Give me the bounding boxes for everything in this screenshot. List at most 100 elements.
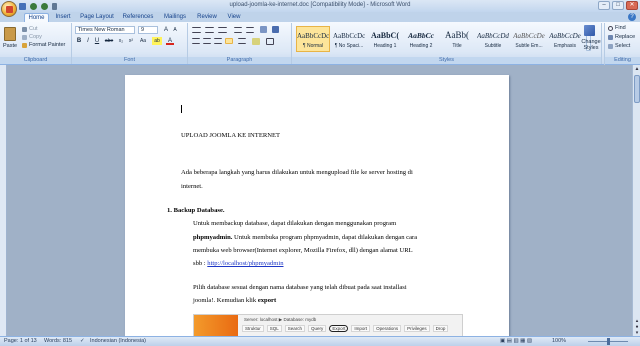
window-title: upload-joomla-ke-internet.doc [Compatibi… (229, 2, 411, 8)
zoom-level[interactable]: 100% (552, 337, 566, 346)
style-preview: AaBbCc (408, 31, 434, 40)
subscript-button[interactable]: x₂ (117, 37, 125, 45)
scroll-up-icon[interactable]: ▲ (634, 66, 640, 72)
maximize-button[interactable]: □ (612, 1, 624, 10)
strikethrough-button[interactable]: abe (103, 37, 115, 45)
increase-indent-icon[interactable] (246, 27, 254, 33)
font-size-combo[interactable]: 9 (138, 26, 158, 34)
style-subtitle[interactable]: AaBbCcDd Subtitle (476, 26, 510, 52)
bullets-icon[interactable] (192, 27, 201, 33)
doc-step1-line-2: phpmyadmin. Untuk membuka program phpmya… (193, 234, 417, 241)
align-center-icon[interactable] (203, 38, 211, 44)
vertical-ruler (0, 65, 7, 336)
tab-insert[interactable]: Insert (52, 13, 74, 22)
embedded-screenshot[interactable]: Server: localhost ▶ Database: mydb Struk… (193, 314, 463, 336)
superscript-button[interactable]: x² (127, 37, 135, 45)
replace-button[interactable]: Replace (615, 34, 635, 40)
format-painter-button[interactable]: Format Painter (29, 42, 65, 48)
style-no-spacing[interactable]: AaBbCcDc ¶ No Spaci... (332, 26, 366, 52)
style-normal[interactable]: AaBbCcDc ¶ Normal (296, 26, 330, 52)
status-bar: Page: 1 of 13 Words: 815 ✓ Indonesian (I… (0, 336, 640, 346)
copy-icon[interactable] (22, 35, 27, 40)
align-right-icon[interactable] (214, 38, 222, 44)
cut-button[interactable]: Cut (29, 26, 38, 32)
italic-button[interactable]: I (84, 37, 92, 45)
phpmyadmin-link[interactable]: http://localhost/phpmyadmin (207, 260, 283, 267)
document-workspace[interactable]: UPLOAD JOOMLA KE INTERNET Ada beberapa l… (0, 65, 640, 336)
format-painter-icon[interactable] (22, 43, 27, 48)
close-button[interactable]: ✕ (626, 1, 638, 10)
justify-icon[interactable] (225, 38, 233, 44)
change-styles-button[interactable]: Change Styles (576, 23, 604, 57)
select-icon[interactable] (608, 44, 613, 49)
spell-check-icon[interactable]: ✓ (80, 337, 85, 346)
tab-page-layout[interactable]: Page Layout (78, 13, 116, 22)
underline-button[interactable]: U (93, 37, 101, 45)
borders-icon[interactable] (266, 38, 274, 45)
style-preview: AaBbCcDe (513, 32, 545, 40)
tab-home[interactable]: Home (24, 13, 49, 22)
style-heading-1[interactable]: AaBbC( Heading 1 (368, 26, 402, 52)
paste-button[interactable]: Paste (3, 43, 17, 49)
help-icon[interactable]: ? (628, 13, 636, 21)
style-heading-2[interactable]: AaBbCc Heading 2 (404, 26, 438, 52)
shading-icon[interactable] (252, 38, 260, 45)
editing-group: Find Replace Select Editing (604, 23, 640, 65)
copy-button[interactable]: Copy (29, 34, 42, 40)
decrease-indent-icon[interactable] (234, 27, 242, 33)
view-buttons[interactable]: ▣ ▤ ▥ ▦ ▧ (500, 337, 532, 346)
doc-step1-title: 1. Backup Database. (167, 207, 225, 214)
doc-intro-line-1: Ada beberapa langkah yang harus dilakuka… (181, 169, 413, 176)
find-icon[interactable] (608, 26, 613, 31)
window-controls: – □ ✕ (598, 1, 638, 10)
paste-icon[interactable] (4, 27, 16, 41)
page-count[interactable]: Page: 1 of 13 (4, 337, 37, 346)
style-name: Subtle Em... (515, 43, 543, 49)
multilevel-list-icon[interactable] (218, 27, 227, 33)
select-button[interactable]: Select (615, 43, 630, 49)
line-spacing-icon[interactable] (238, 38, 246, 44)
align-left-icon[interactable] (192, 38, 200, 44)
office-button[interactable] (1, 1, 17, 17)
style-name: ¶ Normal (302, 43, 324, 49)
sort-icon[interactable] (260, 26, 267, 33)
tab-references[interactable]: References (120, 13, 156, 22)
document-page[interactable]: UPLOAD JOOMLA KE INTERNET Ada beberapa l… (125, 75, 509, 336)
style-title[interactable]: AaBb( Title (440, 26, 474, 52)
doc-step1-line-6-text: joomla!. Kemudian klik (193, 297, 258, 304)
scroll-thumb[interactable] (634, 75, 640, 103)
font-name-combo[interactable]: Times New Roman (75, 26, 135, 34)
tab-view[interactable]: View (224, 13, 244, 22)
word-count[interactable]: Words: 815 (44, 337, 72, 346)
shrink-font-icon[interactable]: A (171, 26, 179, 34)
vertical-scrollbar[interactable]: ▲ ▴ ● ▾ (632, 65, 640, 336)
export-bold: export (257, 297, 277, 304)
find-button[interactable]: Find (615, 25, 626, 31)
font-color-button[interactable]: A (166, 37, 174, 45)
highlight-button[interactable]: ab (152, 37, 162, 45)
doc-step1-line-2-text: Untuk membuka program phpmyadmin, dapat … (232, 234, 418, 241)
style-subtle-emphasis[interactable]: AaBbCcDe Subtle Em... (512, 26, 546, 52)
tab-review[interactable]: Review (194, 13, 220, 22)
zoom-slider[interactable] (588, 338, 628, 345)
shot-breadcrumb: Server: localhost ▶ Database: mydb (244, 317, 317, 322)
replace-icon[interactable] (608, 35, 613, 40)
bold-button[interactable]: B (75, 37, 83, 45)
styles-group: AaBbCcDc ¶ Normal AaBbCcDc ¶ No Spaci...… (292, 23, 602, 64)
change-case-button[interactable]: Aa (138, 37, 148, 45)
change-styles-icon (584, 25, 595, 36)
editing-label: Editing (605, 57, 640, 64)
shot-tab: Import (351, 325, 371, 332)
grow-font-icon[interactable]: A (162, 26, 170, 34)
doc-step1-line-5: Pilih database sesuai dengan nama databa… (193, 284, 407, 291)
language-indicator[interactable]: Indonesian (Indonesia) (90, 337, 146, 346)
text-cursor (181, 105, 182, 113)
numbering-icon[interactable] (205, 27, 214, 33)
cut-icon[interactable] (22, 27, 27, 32)
style-preview: AaBbCcDc (297, 32, 329, 40)
doc-step1-line-3: membuka web browser(Internet explorer, M… (193, 247, 413, 254)
minimize-button[interactable]: – (598, 1, 610, 10)
tab-mailings[interactable]: Mailings (160, 13, 190, 22)
show-marks-icon[interactable] (272, 26, 279, 33)
zoom-thumb[interactable] (606, 338, 610, 345)
